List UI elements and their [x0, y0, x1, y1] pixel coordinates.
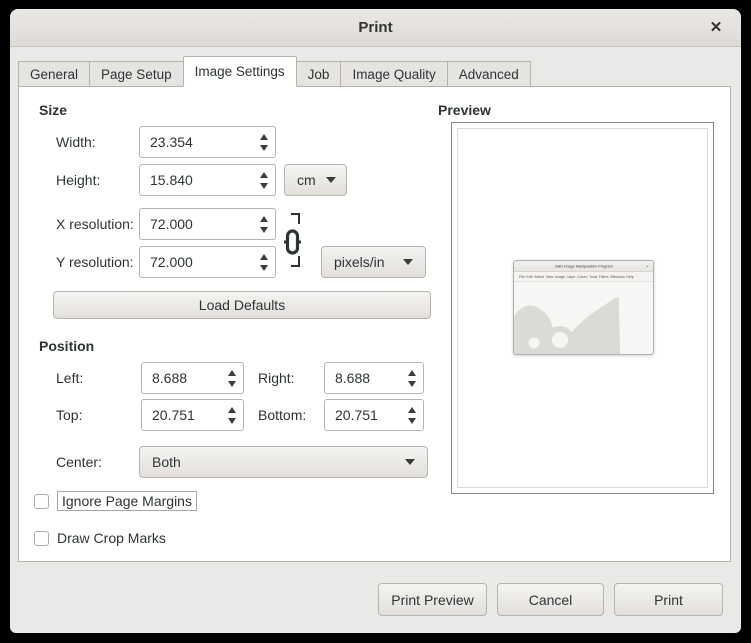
tab-bar: General Page Setup Image Settings Job Im…: [18, 56, 531, 87]
titlebar[interactable]: Print ✕: [10, 9, 741, 47]
center-dropdown[interactable]: Both: [139, 446, 428, 478]
x-resolution-spinner[interactable]: [257, 209, 275, 239]
resolution-unit-dropdown[interactable]: pixels/in: [321, 246, 426, 278]
image-settings-panel: Size Width: 23.354 Height: 15.840 cm X r…: [18, 86, 731, 562]
thumbnail-menubar: File Edit Select View Image Layer Colors…: [514, 272, 653, 282]
bottom-spinner[interactable]: [405, 400, 423, 430]
width-value: 23.354: [140, 134, 257, 150]
left-value: 8.688: [142, 370, 225, 386]
preview-section-title: Preview: [438, 102, 491, 118]
spin-down-icon[interactable]: [228, 381, 236, 387]
spin-up-icon[interactable]: [228, 370, 236, 376]
spin-up-icon[interactable]: [228, 407, 236, 413]
chain-bracket-top: [291, 213, 300, 224]
position-section-title: Position: [39, 338, 94, 354]
tab-general[interactable]: General: [18, 61, 90, 87]
spin-up-icon[interactable]: [260, 254, 268, 260]
spin-down-icon[interactable]: [260, 145, 268, 151]
right-label: Right:: [258, 362, 295, 394]
tab-page-setup[interactable]: Page Setup: [89, 61, 184, 87]
right-value: 8.688: [325, 370, 405, 386]
chevron-down-icon: [403, 259, 413, 265]
top-label: Top:: [56, 399, 82, 431]
ignore-page-margins-row: Ignore Page Margins: [34, 489, 197, 513]
ignore-page-margins-checkbox[interactable]: [34, 494, 49, 509]
height-value: 15.840: [140, 172, 257, 188]
preview-thumbnail: GNU Image Manipulation Program × File Ed…: [513, 260, 654, 355]
left-label: Left:: [56, 362, 83, 394]
tab-job[interactable]: Job: [296, 61, 342, 87]
spin-down-icon[interactable]: [260, 227, 268, 233]
cancel-button[interactable]: Cancel: [497, 583, 604, 616]
print-preview-button[interactable]: Print Preview: [378, 583, 487, 616]
draw-crop-marks-label[interactable]: Draw Crop Marks: [57, 530, 166, 546]
tab-image-settings[interactable]: Image Settings: [183, 56, 297, 87]
spin-up-icon[interactable]: [408, 370, 416, 376]
window-title: Print: [10, 9, 741, 47]
size-unit-dropdown[interactable]: cm: [284, 164, 347, 196]
y-resolution-input[interactable]: 72.000: [139, 246, 276, 278]
resolution-unit-value: pixels/in: [334, 254, 385, 270]
left-input[interactable]: 8.688: [141, 362, 244, 394]
thumbnail-canvas: [514, 282, 653, 354]
spin-down-icon[interactable]: [228, 418, 236, 424]
top-input[interactable]: 20.751: [141, 399, 244, 431]
height-input[interactable]: 15.840: [139, 164, 276, 196]
width-label: Width:: [56, 126, 96, 158]
tab-advanced[interactable]: Advanced: [447, 61, 531, 87]
spin-up-icon[interactable]: [260, 172, 268, 178]
size-section-title: Size: [39, 102, 67, 118]
tab-image-quality[interactable]: Image Quality: [340, 61, 447, 87]
bottom-label: Bottom:: [258, 399, 306, 431]
height-label: Height:: [56, 164, 100, 196]
center-value: Both: [152, 454, 181, 470]
close-icon[interactable]: ✕: [703, 9, 729, 47]
print-button[interactable]: Print: [614, 583, 723, 616]
left-spinner[interactable]: [225, 363, 243, 393]
thumbnail-close-icon: ×: [642, 261, 653, 271]
spin-up-icon[interactable]: [260, 134, 268, 140]
right-input[interactable]: 8.688: [324, 362, 424, 394]
top-value: 20.751: [142, 407, 225, 423]
height-spinner[interactable]: [257, 165, 275, 195]
width-spinner[interactable]: [257, 127, 275, 157]
load-defaults-button[interactable]: Load Defaults: [53, 291, 431, 319]
right-spinner[interactable]: [405, 363, 423, 393]
y-resolution-spinner[interactable]: [257, 247, 275, 277]
chain-bracket-bottom: [291, 256, 300, 267]
top-spinner[interactable]: [225, 400, 243, 430]
chevron-down-icon: [405, 459, 415, 465]
x-resolution-label: X resolution:: [56, 208, 134, 240]
thumbnail-title: GNU Image Manipulation Program: [514, 261, 653, 271]
x-resolution-value: 72.000: [140, 216, 257, 232]
bottom-value: 20.751: [325, 407, 405, 423]
chevron-down-icon: [326, 177, 336, 183]
size-unit-value: cm: [297, 172, 316, 188]
y-resolution-label: Y resolution:: [56, 246, 134, 278]
draw-crop-marks-row: Draw Crop Marks: [34, 526, 166, 550]
print-preview-area[interactable]: GNU Image Manipulation Program × File Ed…: [451, 122, 714, 494]
center-label: Center:: [56, 446, 102, 478]
spin-down-icon[interactable]: [260, 265, 268, 271]
thumbnail-menu-items: File Edit Select View Image Layer Colors…: [519, 272, 654, 281]
spin-down-icon[interactable]: [408, 381, 416, 387]
x-resolution-input[interactable]: 72.000: [139, 208, 276, 240]
width-input[interactable]: 23.354: [139, 126, 276, 158]
spin-up-icon[interactable]: [260, 216, 268, 222]
thumbnail-titlebar: GNU Image Manipulation Program ×: [514, 261, 653, 272]
spin-up-icon[interactable]: [408, 407, 416, 413]
ignore-page-margins-label[interactable]: Ignore Page Margins: [57, 491, 197, 511]
spin-down-icon[interactable]: [260, 183, 268, 189]
spin-down-icon[interactable]: [408, 418, 416, 424]
bottom-input[interactable]: 20.751: [324, 399, 424, 431]
print-dialog: Print ✕ General Page Setup Image Setting…: [10, 9, 741, 633]
y-resolution-value: 72.000: [140, 254, 257, 270]
draw-crop-marks-checkbox[interactable]: [34, 531, 49, 546]
wilber-watermark-icon: [514, 282, 653, 354]
